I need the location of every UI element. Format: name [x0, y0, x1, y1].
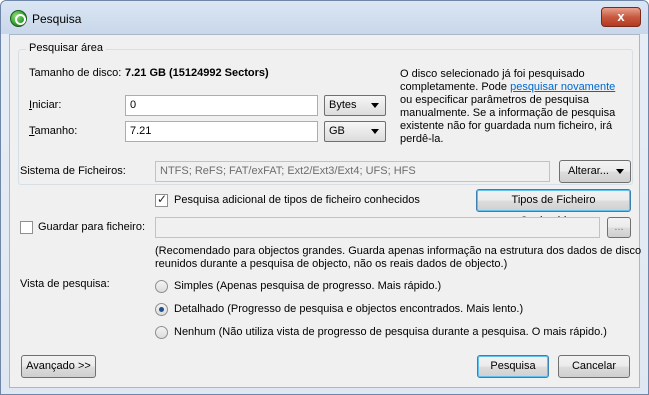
change-filesystem-button[interactable]: Alterar...: [559, 160, 631, 183]
search-info-text: O disco selecionado já foi pesquisado co…: [400, 68, 625, 146]
info-line-4: manualmente. Se a informação de pesquisa: [400, 107, 616, 119]
chevron-down-icon: [371, 103, 379, 108]
info-line-2: completamente. Pode pesquisar novamente: [400, 81, 625, 94]
save-note-line-2: reunidos durante a pesquisa de objecto, …: [155, 258, 508, 270]
save-to-file-label[interactable]: Guardar para ficheiro:: [38, 221, 145, 233]
search-area-title: Pesquisar área: [26, 42, 106, 54]
search-again-link[interactable]: pesquisar novamente: [510, 81, 615, 93]
browse-button[interactable]: ...: [607, 217, 631, 238]
size-unit-select[interactable]: GB: [324, 121, 386, 142]
disk-size-label: Tamanho de disco:: [29, 67, 122, 79]
info-line-2-prefix: completamente. Pode: [400, 81, 511, 93]
info-line-1: O disco selecionado já foi pesquisado: [400, 68, 585, 80]
info-line-5: existente não for guardada num ficheiro,…: [400, 120, 613, 132]
info-line-3: ou especificar parâmetros de pesquisa: [400, 94, 589, 106]
filesystem-field: NTFS; ReFS; FAT/exFAT; Ext2/Ext3/Ext4; U…: [155, 161, 550, 182]
view-simple-radio[interactable]: [155, 280, 168, 293]
app-icon: [10, 10, 27, 27]
start-label: Iniciar:: [29, 99, 62, 111]
size-label: Tamanho:: [29, 125, 78, 137]
size-unit-value: GB: [329, 125, 345, 137]
filesystem-label: Sistema de Ficheiros:: [20, 165, 126, 177]
extra-search-checkbox[interactable]: [155, 192, 168, 207]
search-button[interactable]: Pesquisa: [477, 355, 549, 378]
search-view-label: Vista de pesquisa:: [20, 278, 110, 290]
title-bar[interactable]: Pesquisa x: [1, 1, 648, 34]
start-input[interactable]: 0: [125, 95, 318, 116]
view-detailed-label[interactable]: Detalhado (Progresso de pesquisa e objec…: [174, 303, 523, 315]
change-filesystem-label: Alterar...: [568, 165, 609, 177]
view-detailed-radio[interactable]: [155, 303, 168, 316]
start-unit-value: Bytes: [329, 99, 357, 111]
dialog-body: Pesquisar área Tamanho de disco: 7.21 GB…: [9, 34, 642, 388]
disk-size-value: 7.21 GB (15124992 Sectors): [125, 67, 269, 79]
view-none-radio[interactable]: [155, 326, 168, 339]
save-to-file-checkbox[interactable]: [20, 221, 33, 234]
info-line-6: perdê-la.: [400, 133, 444, 145]
known-file-types-button[interactable]: Tipos de Ficheiro Conhecidos...: [476, 189, 631, 227]
view-simple-label[interactable]: Simples (Apenas pesquisa de progresso. M…: [174, 280, 441, 292]
view-none-label[interactable]: Nenhum (Não utiliza vista de progresso d…: [174, 326, 607, 338]
size-input[interactable]: 7.21: [125, 121, 318, 142]
chevron-down-icon: [616, 169, 624, 174]
dialog-window: Pesquisa x Pesquisar área Tamanho de dis…: [0, 0, 649, 395]
start-label-text: niciar:: [32, 99, 62, 111]
extra-search-label[interactable]: Pesquisa adicional de tipos de ficheiro …: [174, 194, 420, 206]
start-unit-select[interactable]: Bytes: [324, 95, 386, 116]
cancel-button[interactable]: Cancelar: [558, 355, 630, 378]
close-button[interactable]: x: [601, 7, 641, 27]
size-label-text: amanho:: [34, 125, 78, 137]
window-title: Pesquisa: [32, 12, 82, 26]
advanced-button[interactable]: Avançado >>: [21, 355, 96, 378]
save-path-input[interactable]: [155, 217, 600, 238]
save-note-line-1: (Recomendado para objectos grandes. Guar…: [155, 245, 642, 257]
chevron-down-icon: [371, 129, 379, 134]
